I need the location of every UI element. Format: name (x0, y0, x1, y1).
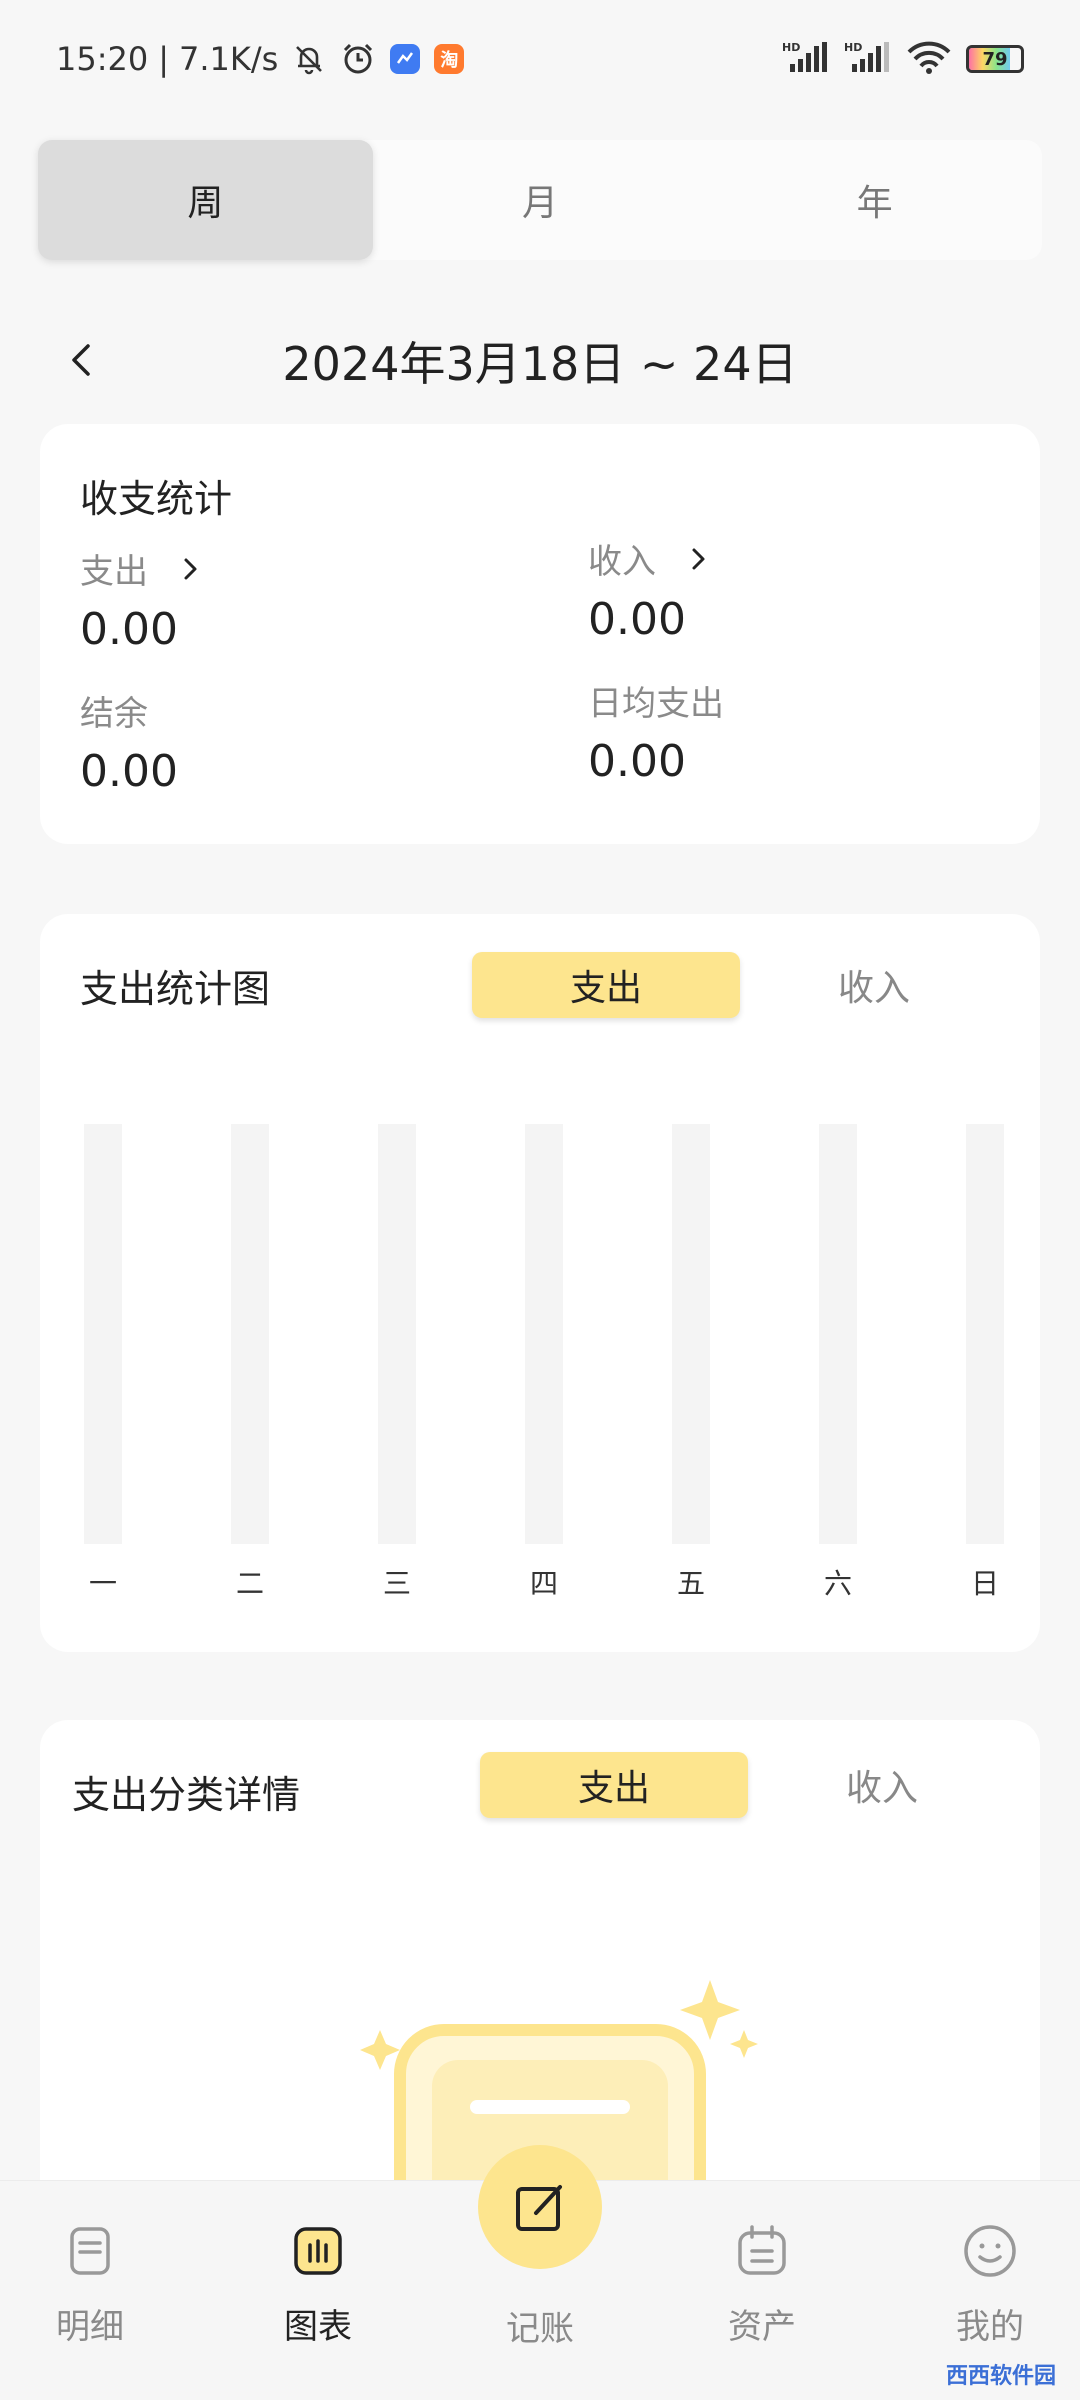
expense-value: 0.00 (80, 604, 178, 655)
day-label: 六 (823, 1567, 852, 1600)
day-label: 一 (88, 1567, 117, 1600)
bottom-nav: 明细 图表 记账 资产 我的 西西软件园 (0, 2145, 1080, 2400)
smiley-icon (964, 2225, 1016, 2277)
day-label: 五 (676, 1567, 705, 1600)
calendar-icon (738, 2225, 786, 2275)
nav-add-label: 记账 (506, 2309, 574, 2349)
watermark-logo: 西西软件园 (946, 2358, 1056, 2390)
day-label: 四 (529, 1567, 558, 1600)
bar-track-5 (672, 1124, 710, 1544)
period-tabs: 周 月 年 (38, 140, 1042, 260)
bar-track-2 (231, 1124, 269, 1544)
status-left: 15:20 | 7.1K/s 淘 (56, 40, 465, 78)
bar-chart-icon (294, 2227, 342, 2275)
nav-charts-label: 图表 (284, 2307, 352, 2347)
bar-track-6 (819, 1124, 857, 1544)
clock: 15:20 (56, 40, 149, 78)
nav-assets-label: 资产 (728, 2307, 796, 2347)
daily-avg-value: 0.00 (588, 736, 686, 787)
status-bar: 15:20 | 7.1K/s 淘 HD HD 79 (0, 0, 1080, 120)
nav-assets[interactable]: 资产 (682, 2221, 842, 2348)
chart-seg-expense[interactable]: 支出 (472, 952, 740, 1018)
bar-track-3 (378, 1124, 416, 1544)
add-record-button[interactable] (478, 2145, 602, 2269)
income-value: 0.00 (588, 594, 686, 645)
svg-text:HD: HD (782, 41, 800, 54)
chart-title: 支出统计图 (80, 967, 271, 1011)
signal-icon: HD (782, 40, 830, 78)
daily-avg-label: 日均支出 (588, 684, 724, 724)
alarm-icon (340, 41, 376, 77)
nav-details-label: 明细 (56, 2307, 124, 2347)
chart-seg-income[interactable]: 收入 (740, 952, 1008, 1018)
income-link[interactable]: 收入 (588, 534, 712, 583)
balance-value: 0.00 (80, 746, 178, 797)
summary-card: 收支统计 支出 0.00 收入 0.00 结余 0.00 日均支出 0.00 (40, 424, 1040, 844)
expense-link[interactable]: 支出 (80, 544, 204, 593)
bar-track-7 (966, 1124, 1004, 1544)
taobao-notification-icon: 淘 (434, 44, 465, 74)
income-label: 收入 (588, 542, 656, 582)
category-seg-income[interactable]: 收入 (748, 1752, 1016, 1818)
nav-details[interactable]: 明细 (10, 2221, 170, 2348)
expense-bar-chart: 一二三四五六日 (84, 1124, 1014, 1600)
nav-charts[interactable]: 图表 (238, 2221, 398, 2348)
status-right: HD HD 79 (782, 40, 1024, 78)
date-header: 2024年3月18日 ~ 24日 (38, 320, 1042, 400)
status-separator: | (158, 40, 169, 78)
tab-year[interactable]: 年 (707, 140, 1042, 260)
bar-track-1 (84, 1124, 122, 1544)
signal-icon-2: HD (844, 40, 892, 78)
svg-text:HD: HD (844, 41, 862, 54)
app-notification-icon (390, 44, 421, 74)
wifi-icon (906, 40, 952, 78)
watermark-text: 西西软件园 (945, 2364, 1056, 2389)
edit-icon (516, 2185, 562, 2231)
chart-card: 支出统计图 支出 收入 一 二 三 四 五 六 日 (40, 914, 1040, 1652)
bell-muted-icon (292, 42, 326, 76)
date-range-title: 2024年3月18日 ~ 24日 (282, 337, 798, 391)
day-label: 日 (970, 1567, 999, 1600)
tab-week[interactable]: 周 (38, 140, 373, 260)
balance-label: 结余 (80, 694, 148, 734)
chevron-right-icon (184, 558, 197, 579)
chevron-right-icon (692, 548, 705, 569)
bar-track-4 (525, 1124, 563, 1544)
document-icon (70, 2227, 110, 2275)
net-speed: 7.1K/s (179, 40, 279, 78)
day-label: 三 (382, 1567, 411, 1600)
category-title: 支出分类详情 (72, 1773, 301, 1817)
nav-profile[interactable]: 我的 (910, 2221, 1070, 2348)
category-seg-expense[interactable]: 支出 (480, 1752, 748, 1818)
summary-title: 收支统计 (80, 477, 233, 521)
battery-level: 79 (982, 48, 1008, 70)
nav-profile-label: 我的 (956, 2307, 1024, 2347)
battery-icon: 79 (966, 45, 1024, 73)
tab-month[interactable]: 月 (373, 140, 708, 260)
day-label: 二 (235, 1567, 264, 1600)
expense-label: 支出 (80, 552, 148, 592)
